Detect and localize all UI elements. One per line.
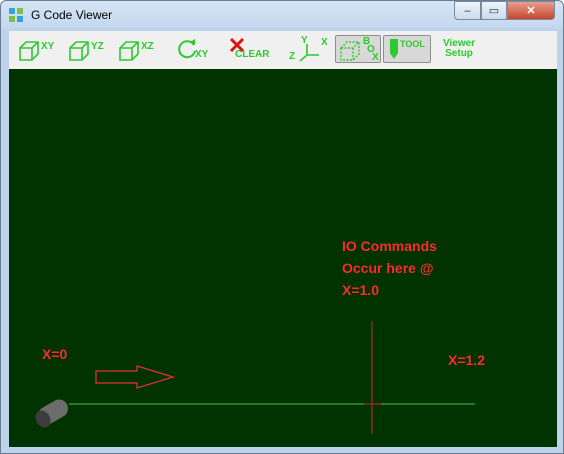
rotate-xy-button[interactable]: XY [173,35,217,65]
tool-cylinder [35,399,69,428]
axis-y-label: Y [301,35,308,46]
view-xz-label: XZ [141,41,154,52]
maximize-button[interactable]: ▭ [481,1,507,20]
direction-arrow [95,365,176,389]
bounding-box-button[interactable]: B O X [335,35,381,63]
box-x-label: X [372,52,379,63]
axis-x-label: X [321,37,328,48]
viewport-drawing [35,321,475,434]
minimize-button[interactable]: – [454,1,481,20]
viewer-setup-button[interactable]: Viewer Setup [439,35,489,65]
viewer-setup-label: Viewer Setup [443,39,475,59]
io-note-line2: Occur here @ [342,260,434,276]
tool-button[interactable]: TOOL [383,35,431,63]
tool-label: TOOL [400,39,425,49]
viewer-setup-line2: Setup [445,48,473,59]
tool-icon [390,39,398,59]
app-window: G Code Viewer – ▭ ✕ XY YZ XZ XY CLEAR Y … [0,0,564,454]
cube-icon [119,41,139,61]
rotate-xy-label: XY [195,49,209,60]
axis-z-label: Z [289,51,296,62]
x-start-label: X=0 [42,346,68,362]
cube-icon [69,41,89,61]
clear-button[interactable]: CLEAR [227,35,275,65]
view-xy-button[interactable]: XY [17,35,61,65]
axes-button[interactable]: Y X Z [289,35,329,65]
app-icon [9,8,23,22]
view-xy-label: XY [41,41,55,52]
title-bar[interactable]: G Code Viewer – ▭ ✕ [1,1,563,29]
gcode-viewport[interactable]: IO Commands Occur here @ X=1.0 X=0 X=1.2 [9,69,557,447]
view-xz-button[interactable]: XZ [117,35,161,65]
io-note-line1: IO Commands [342,238,437,254]
cube-icon [19,41,39,61]
dotted-cube-icon [340,41,360,61]
x-end-label: X=1.2 [448,352,485,368]
io-note-line3: X=1.0 [342,282,379,298]
toolbar: XY YZ XZ XY CLEAR Y X Z B O X TOOL Viewe… [9,31,557,69]
view-yz-label: YZ [91,41,104,52]
view-yz-button[interactable]: YZ [67,35,111,65]
axes-icon [299,44,319,62]
close-button[interactable]: ✕ [507,1,555,20]
clear-label: CLEAR [235,49,270,60]
io-commands-note: IO Commands Occur here @ X=1.0 [342,235,437,301]
window-title: G Code Viewer [31,8,113,22]
